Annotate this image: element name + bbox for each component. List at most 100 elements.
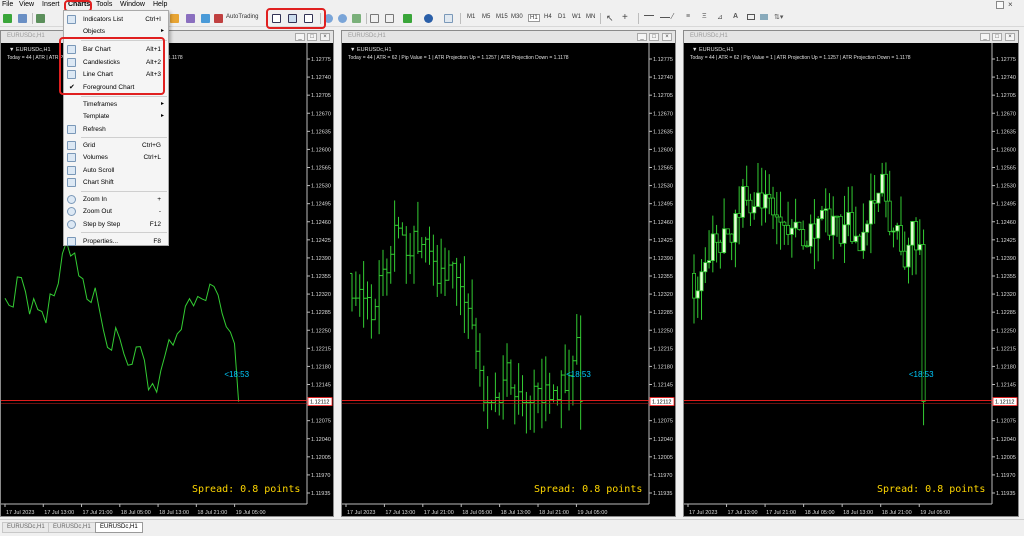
timeframe-m30[interactable]: M30 [511,14,523,20]
maximize-icon[interactable]: □ [992,33,1002,41]
menu-item-chart-shift[interactable]: Chart Shift [64,177,168,189]
timeframe-h4[interactable]: H4 [544,14,552,20]
fibonacci-icon[interactable]: Ξ [702,13,707,20]
menu-item-indicators-list[interactable]: Indicators List Ctrl+I [64,14,168,26]
menu-item-step-by-step[interactable]: Step by Step F12 [64,219,168,231]
menu-window[interactable]: Window [120,1,145,8]
templates-icon[interactable] [444,14,453,23]
chart-window-3[interactable]: EURUSDc,H1 _ □ × 1.12775 1.12740 1.12705 1.… [683,30,1019,517]
candle-body [793,221,798,229]
minimize-icon[interactable]: _ [980,33,990,41]
candle-body [891,230,896,233]
price-tick-label: 1.12355 [653,274,673,280]
close-icon[interactable]: × [320,33,330,41]
chart-svg[interactable]: 1.12775 1.12740 1.12705 1.12670 1.12635 1.126… [684,43,1018,518]
price-tick-label: 1.12495 [653,202,673,208]
candle-body [895,225,900,232]
minimize-icon[interactable]: _ [295,33,305,41]
time-tick-label: 17 Jul 13:00 [385,510,415,516]
timeframe-m1[interactable]: M1 [467,14,475,20]
candle-body [819,209,824,220]
chart-window-2[interactable]: EURUSDc,H1 _ □ × 1.12775 1.12740 1.12705 1.… [341,30,676,517]
chart-tab-1[interactable]: EURUSDc,H1 [2,522,50,533]
menu-item-volumes[interactable]: Volumes Ctrl+L [64,152,168,164]
maximize-icon[interactable]: □ [649,33,659,41]
timeframe-d1[interactable]: D1 [558,14,566,20]
maximize-icon[interactable]: □ [307,33,317,41]
menu-item-timeframes[interactable]: Timeframes ▸ [64,99,168,111]
timeframe-m5[interactable]: M5 [482,14,490,20]
label-icon[interactable] [747,14,755,20]
candle-body [812,223,817,239]
time-tick-label: 17 Jul 21:00 [83,510,113,516]
candle-body [846,212,851,226]
timeframe-w1[interactable]: W1 [572,14,581,20]
time-tick-label: 18 Jul 13:00 [501,510,531,516]
candle-body [827,208,832,236]
menu-item-refresh[interactable]: Refresh [64,124,168,136]
tile-windows-icon[interactable] [352,14,361,23]
vertical-line-icon[interactable] [644,15,654,16]
menu-item-properties[interactable]: Properties... F8 [64,236,168,248]
candle-body [838,215,843,244]
candle-body [699,271,704,292]
profiles-icon[interactable] [18,14,27,23]
chart-area[interactable]: 1.12775 1.12740 1.12705 1.12670 1.12635 1.126… [684,43,1018,516]
chart-window-icon[interactable] [36,14,45,23]
chart-tab-3[interactable]: EURUSDc,H1 [95,522,143,533]
price-tick-label: 1.12530 [653,184,673,190]
autotrading-icon[interactable] [214,14,223,23]
options-icon[interactable] [201,14,210,23]
more-tools-icon[interactable]: ⇅▾ [774,13,783,21]
trendline-icon[interactable]: ⁄ [672,12,673,21]
chart-window-3-titlebar[interactable]: EURUSDc,H1 _ □ × [684,31,1018,43]
candle-body [714,233,719,243]
price-tick-label: 1.12565 [996,166,1016,172]
price-tick-label: 1.12530 [996,184,1016,190]
autotrading-button[interactable]: AutoTrading [226,14,258,20]
strategy-icon[interactable] [170,14,179,23]
price-tick-label: 1.12005 [311,455,331,461]
menu-help[interactable]: Help [153,1,167,8]
price-tick-label: 1.12390 [996,256,1016,262]
menu-item-template[interactable]: Template ▸ [64,111,168,123]
history-icon[interactable] [186,14,195,23]
price-tick-label: 1.12670 [653,111,673,117]
menu-item-auto-scroll[interactable]: Auto Scroll [64,165,168,177]
crosshair-icon[interactable]: + [622,12,628,23]
menu-tools[interactable]: Tools [96,1,112,8]
horizontal-line-icon[interactable] [660,17,670,18]
time-tick-label: 18 Jul 21:00 [539,510,569,516]
periods-icon[interactable] [424,14,433,23]
restore-window-icon[interactable] [996,1,1004,9]
close-icon[interactable]: × [1005,33,1015,41]
chart-shift-icon[interactable] [385,14,394,23]
menu-view[interactable]: View [19,1,34,8]
text-icon[interactable]: A [733,13,738,20]
menu-item-zoom-out[interactable]: Zoom Out - [64,206,168,218]
indicators-icon[interactable] [403,14,412,23]
timeframe-m15[interactable]: M15 [496,14,508,20]
menu-file[interactable]: File [2,1,13,8]
candle-body [774,214,779,218]
chart-svg[interactable]: 1.12775 1.12740 1.12705 1.12670 1.12635 1.126… [342,43,675,518]
timeframe-mn[interactable]: MN [586,14,595,20]
auto-scroll-icon[interactable] [370,14,379,23]
cursor-icon[interactable]: ↖ [606,13,614,24]
arrows-icon[interactable] [760,14,768,20]
menu-item-grid[interactable]: Grid Ctrl+G [64,140,168,152]
minimize-icon[interactable]: _ [637,33,647,41]
zoom-out-icon[interactable] [338,14,347,23]
close-window-icon[interactable]: × [1008,0,1013,9]
chart-area[interactable]: 1.12775 1.12740 1.12705 1.12670 1.12635 1.126… [342,43,675,516]
menu-insert[interactable]: Insert [42,1,60,8]
fibo-fan-icon[interactable]: ⊿ [717,13,723,21]
chart-tab-2[interactable]: EURUSDc,H1 [48,522,96,533]
chart-window-2-titlebar[interactable]: EURUSDc,H1 _ □ × [342,31,675,43]
timeframe-h1[interactable]: H1 [528,14,540,22]
candle-body [865,223,870,233]
close-icon[interactable]: × [662,33,672,41]
channel-icon[interactable]: ≡ [686,13,690,20]
menu-item-zoom-in[interactable]: Zoom In + [64,194,168,206]
new-order-icon[interactable] [3,14,12,23]
